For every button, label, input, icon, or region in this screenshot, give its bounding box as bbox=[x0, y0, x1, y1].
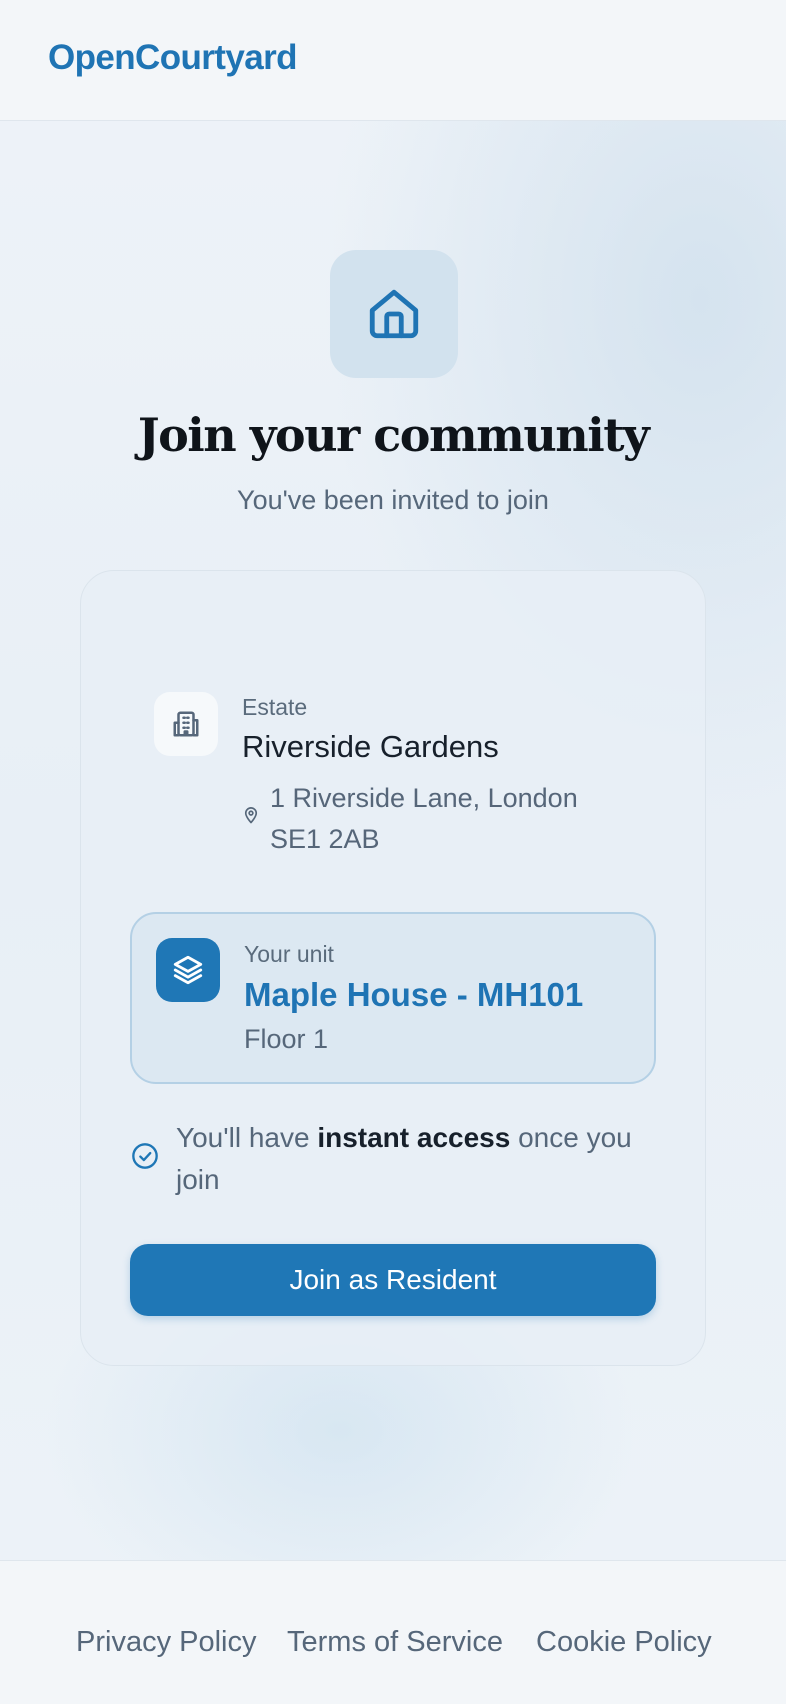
privacy-policy-link[interactable]: Privacy Policy bbox=[76, 1626, 257, 1659]
building-icon bbox=[154, 692, 218, 756]
instant-access-note: You'll have instant access once you join bbox=[176, 1117, 656, 1201]
unit-label: Your unit bbox=[244, 941, 334, 967]
cookie-policy-link[interactable]: Cookie Policy bbox=[536, 1626, 712, 1659]
home-icon bbox=[330, 250, 458, 378]
terms-of-service-link[interactable]: Terms of Service bbox=[287, 1626, 503, 1659]
join-as-resident-button[interactable]: Join as Resident bbox=[130, 1244, 656, 1316]
unit-floor: Floor 1 bbox=[244, 1024, 329, 1054]
check-circle-icon bbox=[131, 1142, 159, 1175]
unit-name: Maple House - MH101 bbox=[244, 976, 584, 1013]
layers-icon bbox=[156, 938, 220, 1002]
access-note-prefix: You'll have bbox=[176, 1122, 318, 1153]
map-pin-icon bbox=[242, 805, 260, 830]
estate-address: 1 Riverside Lane, London SE1 2AB bbox=[270, 783, 578, 854]
brand-logo[interactable]: OpenCourtyard bbox=[48, 38, 297, 78]
access-note-emphasis: instant access bbox=[317, 1122, 511, 1153]
page-title: Join your community bbox=[137, 408, 650, 462]
estate-name: Riverside Gardens bbox=[242, 729, 499, 764]
page-subtitle: You've been invited to join bbox=[237, 485, 549, 515]
top-bar: OpenCourtyard bbox=[0, 0, 786, 121]
estate-label: Estate bbox=[242, 694, 308, 720]
